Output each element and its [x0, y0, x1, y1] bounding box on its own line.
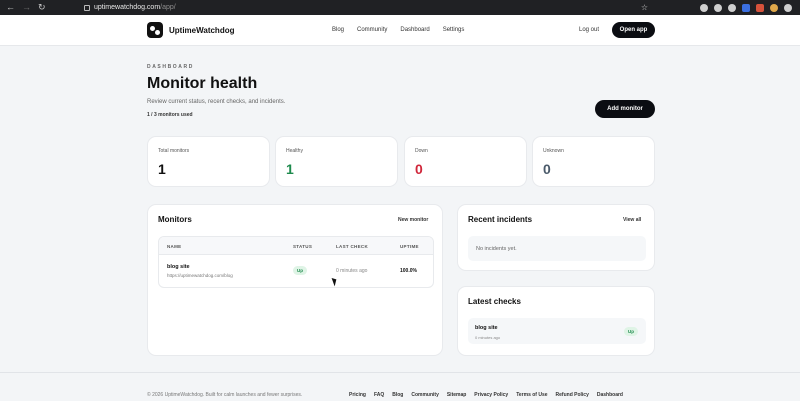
copyright: © 2026 UptimeWatchdog. Built for calm la…: [147, 392, 303, 398]
new-monitor-link[interactable]: New monitor: [398, 217, 428, 223]
col-uptime: UPTIME: [400, 244, 419, 249]
stat-label: Unknown: [543, 148, 564, 154]
logo-icon: [147, 22, 163, 38]
forward-icon[interactable]: →: [22, 3, 31, 12]
footer-links: Pricing FAQ Blog Community Sitemap Priva…: [349, 392, 623, 398]
stat-value: 0: [543, 161, 551, 177]
extension-icon[interactable]: [728, 3, 736, 12]
stat-label: Total monitors: [158, 148, 190, 154]
stat-value: 1: [286, 161, 294, 177]
footer-link-blog[interactable]: Blog: [392, 392, 403, 398]
url-path: /app/: [160, 4, 176, 11]
nav-blog[interactable]: Blog: [332, 27, 344, 33]
last-check: 0 minutes ago: [336, 268, 368, 274]
brand-logo[interactable]: UptimeWatchdog: [147, 22, 234, 38]
view-all-link[interactable]: View all: [623, 217, 641, 223]
stat-down: Down 0: [404, 136, 527, 187]
no-incidents-message: No incidents yet.: [468, 236, 646, 261]
col-name: NAME: [167, 244, 182, 249]
status-badge: Up: [624, 327, 638, 336]
nav-community[interactable]: Community: [357, 27, 387, 33]
browser-toolbar: ← → ↻ uptimewatchdog.com/app/ ☆: [0, 0, 800, 15]
nav-dashboard[interactable]: Dashboard: [400, 27, 429, 33]
nav-settings[interactable]: Settings: [443, 27, 465, 33]
stat-unknown: Unknown 0: [532, 136, 655, 187]
col-last-check: LAST CHECK: [336, 244, 368, 249]
address-bar[interactable]: uptimewatchdog.com/app/: [84, 4, 641, 11]
monitor-name[interactable]: blog site: [167, 264, 190, 270]
stat-label: Down: [415, 148, 428, 154]
uptime-value: 100.0%: [400, 268, 417, 274]
page-footer: © 2026 UptimeWatchdog. Built for calm la…: [0, 372, 800, 401]
url-host: uptimewatchdog.com: [94, 4, 161, 11]
monitor-usage: 1 / 3 monitors used: [147, 112, 193, 118]
bookmark-star-icon[interactable]: ☆: [641, 3, 648, 12]
back-icon[interactable]: ←: [6, 3, 15, 12]
app-header: UptimeWatchdog Blog Community Dashboard …: [0, 15, 800, 46]
red-extension-icon[interactable]: [756, 3, 764, 12]
extensions-area: [700, 3, 800, 12]
page-eyebrow: DASHBOARD: [147, 64, 194, 70]
incidents-title: Recent incidents: [468, 215, 533, 224]
avatar[interactable]: [770, 3, 778, 12]
table-header: NAME STATUS LAST CHECK UPTIME: [159, 237, 433, 255]
brand-name: UptimeWatchdog: [169, 25, 235, 35]
table-row[interactable]: blog site https://uptimewatchdog.com/blo…: [159, 255, 433, 287]
logout-link[interactable]: Log out: [579, 27, 599, 33]
check-time: 0 minutes ago: [475, 335, 501, 340]
profile-icon[interactable]: [714, 3, 722, 12]
stat-healthy: Healthy 1: [275, 136, 398, 187]
menu-icon[interactable]: [784, 3, 792, 12]
main-nav: Blog Community Dashboard Settings: [332, 27, 464, 33]
check-item[interactable]: blog site 0 minutes ago Up: [468, 318, 646, 344]
footer-link-privacy[interactable]: Privacy Policy: [474, 392, 508, 398]
monitor-url: https://uptimewatchdog.com/blog: [167, 273, 233, 278]
checks-title: Latest checks: [468, 297, 521, 306]
monitors-title: Monitors: [158, 215, 192, 224]
footer-link-terms[interactable]: Terms of Use: [516, 392, 547, 398]
footer-link-refund[interactable]: Refund Policy: [556, 392, 589, 398]
footer-link-sitemap[interactable]: Sitemap: [447, 392, 466, 398]
open-app-button[interactable]: Open app: [612, 22, 655, 38]
page-title: Monitor health: [147, 75, 258, 92]
status-badge: Up: [293, 266, 307, 275]
browser-nav: ← → ↻: [0, 3, 84, 12]
check-name: blog site: [475, 325, 498, 331]
footer-link-community[interactable]: Community: [411, 392, 439, 398]
site-info-icon[interactable]: [84, 4, 90, 11]
stat-value: 0: [415, 161, 423, 177]
download-icon[interactable]: [700, 3, 708, 12]
checks-panel: Latest checks blog site 0 minutes ago Up: [457, 286, 655, 356]
footer-link-pricing[interactable]: Pricing: [349, 392, 366, 398]
reload-icon[interactable]: ↻: [38, 3, 46, 12]
stat-label: Healthy: [286, 148, 303, 154]
monitors-panel: Monitors New monitor NAME STATUS LAST CH…: [147, 204, 443, 356]
col-status: STATUS: [293, 244, 313, 249]
shield-extension-icon[interactable]: [742, 3, 750, 12]
add-monitor-button[interactable]: Add monitor: [595, 100, 655, 118]
footer-link-dashboard[interactable]: Dashboard: [597, 392, 623, 398]
footer-link-faq[interactable]: FAQ: [374, 392, 384, 398]
incidents-panel: Recent incidents View all No incidents y…: [457, 204, 655, 271]
stat-value: 1: [158, 161, 166, 177]
stat-total-monitors: Total monitors 1: [147, 136, 270, 187]
page-subtitle: Review current status, recent checks, an…: [147, 99, 286, 105]
monitors-table: NAME STATUS LAST CHECK UPTIME blog site …: [158, 236, 434, 288]
